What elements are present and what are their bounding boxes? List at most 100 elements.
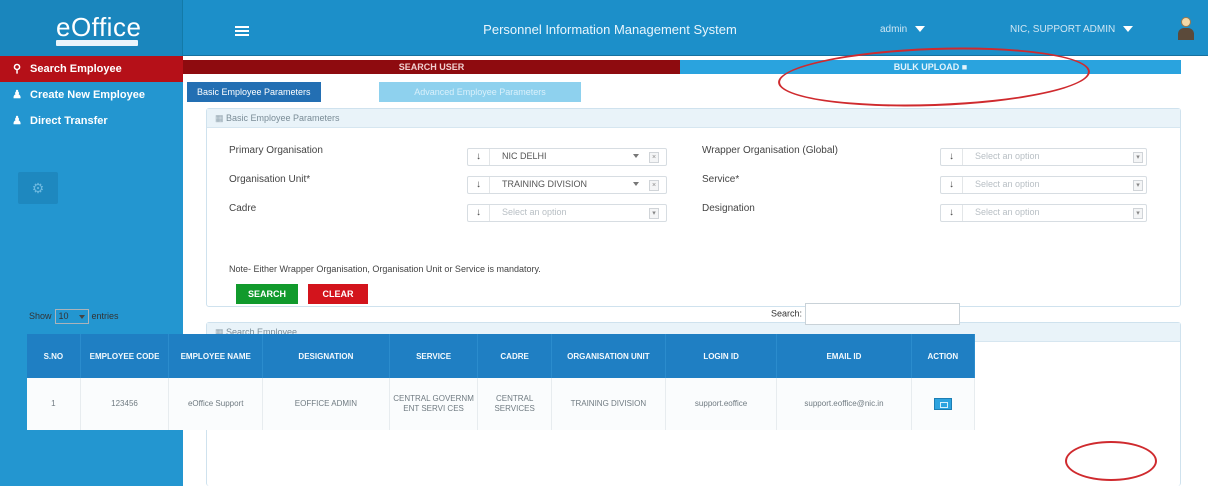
select-placeholder: Select an option <box>975 207 1040 217</box>
employee-table: S.NO EMPLOYEE CODE EMPLOYEE NAME DESIGNA… <box>27 334 976 430</box>
table-icon: ▦ <box>215 113 224 123</box>
chevron-down-icon <box>915 26 926 33</box>
sidebar-item-label: Direct Transfer <box>30 115 108 127</box>
sort-icon: ↓ <box>941 205 963 221</box>
logo-text: eOffice <box>56 12 142 42</box>
column-header[interactable]: EMPLOYEE CODE <box>80 334 170 378</box>
select-value: TRAINING DIVISION <box>502 179 588 189</box>
wrapper-organisation-label: Wrapper Organisation (Global) <box>702 145 838 156</box>
sidebar-item-direct-transfer[interactable]: ♟ Direct Transfer <box>0 108 183 134</box>
cell-code: 123456 <box>80 378 170 430</box>
cell-login: support.eoffice <box>665 378 778 430</box>
sort-icon: ↓ <box>468 149 490 165</box>
sidebar-item-label: Search Employee <box>30 63 122 75</box>
select-placeholder: Select an option <box>975 151 1040 161</box>
chevron-down-icon <box>633 154 639 158</box>
clear-icon[interactable]: × <box>649 152 659 163</box>
cell-org-unit: TRAINING DIVISION <box>551 378 666 430</box>
column-header[interactable]: ORGANISATION UNIT <box>551 334 666 378</box>
clear-button[interactable]: CLEAR <box>308 284 368 304</box>
tab-advanced-parameters[interactable]: Advanced Employee Parameters <box>379 82 581 102</box>
page-length-select[interactable]: 10 <box>54 309 89 324</box>
wrapper-organisation-select[interactable]: ↓ Select an option ▾ <box>940 148 1147 166</box>
gear-icon[interactable]: ⚙ <box>18 172 58 204</box>
show-label: Show <box>29 310 52 321</box>
select-value: NIC DELHI <box>502 151 547 161</box>
cell-action <box>911 378 976 430</box>
primary-organisation-select[interactable]: ↓ NIC DELHI × <box>467 148 667 166</box>
user-select-value: admin <box>880 24 908 35</box>
user-icon: ♟ <box>12 115 22 127</box>
panel-title: Basic Employee Parameters <box>226 113 340 123</box>
column-header[interactable]: EMPLOYEE NAME <box>168 334 264 378</box>
tab-bulk-upload[interactable]: BULK UPLOAD ■ <box>680 60 1181 74</box>
panel-header: ▦ Basic Employee Parameters <box>207 109 1180 128</box>
logo[interactable]: eOffice <box>0 0 183 56</box>
table-row: 1 123456 eOffice Support EOFFICE ADMIN C… <box>27 378 976 430</box>
page-length-control: Show 10 entries <box>29 309 119 324</box>
sort-icon: ↓ <box>941 177 963 193</box>
chevron-down-icon: ▾ <box>1133 208 1143 219</box>
top-bar: eOffice Personnel Information Management… <box>0 0 1208 56</box>
service-label: Service* <box>702 174 740 185</box>
cell-service: CENTRAL GOVERNM ENT SERVI CES <box>389 378 479 430</box>
table-search-input[interactable] <box>805 303 961 325</box>
column-header[interactable]: SERVICE <box>389 334 479 378</box>
avatar[interactable] <box>1176 17 1196 41</box>
cell-designation: EOFFICE ADMIN <box>262 378 390 430</box>
tab-search-user[interactable]: SEARCH USER <box>183 60 680 74</box>
organisation-unit-label: Organisation Unit* <box>229 174 311 185</box>
designation-label: Designation <box>702 203 755 214</box>
sort-icon: ↓ <box>468 205 490 221</box>
search-label: Search: <box>771 308 803 319</box>
sidebar-item-search-employee[interactable]: ⚲ Search Employee <box>0 56 183 82</box>
column-header[interactable]: EMAIL ID <box>776 334 912 378</box>
chevron-down-icon <box>1123 26 1134 33</box>
table-search: Search: <box>771 303 961 325</box>
chevron-down-icon: ▾ <box>1133 180 1143 191</box>
select-placeholder: Select an option <box>975 179 1040 189</box>
user-select[interactable]: admin <box>880 24 926 35</box>
chevron-down-icon: ▾ <box>1133 152 1143 163</box>
org-select[interactable]: NIC, SUPPORT ADMIN <box>1010 24 1134 35</box>
logo-subtitle <box>56 40 138 46</box>
select-placeholder: Select an option <box>502 207 567 217</box>
tab-bulk-upload-label: BULK UPLOAD <box>893 62 960 72</box>
table-header-row: S.NO EMPLOYEE CODE EMPLOYEE NAME DESIGNA… <box>27 334 976 378</box>
cell-sno: 1 <box>27 378 81 430</box>
chevron-down-icon: ▾ <box>649 208 659 219</box>
column-header: ACTION <box>911 334 976 378</box>
mandatory-note: Note- Either Wrapper Organisation, Organ… <box>229 264 541 274</box>
sidebar-item-create-employee[interactable]: ♟ Create New Employee <box>0 82 183 108</box>
edit-icon[interactable] <box>933 398 952 410</box>
tab-basic-parameters[interactable]: Basic Employee Parameters <box>187 82 321 102</box>
designation-select[interactable]: ↓ Select an option ▾ <box>940 204 1147 222</box>
organisation-unit-select[interactable]: ↓ TRAINING DIVISION × <box>467 176 667 194</box>
upload-icon: ■ <box>961 62 968 72</box>
clear-icon[interactable]: × <box>649 180 659 191</box>
search-button[interactable]: SEARCH <box>236 284 298 304</box>
tab-bar: SEARCH USER BULK UPLOAD ■ <box>183 60 1181 74</box>
page-length-value: 10 <box>58 311 69 321</box>
chevron-down-icon <box>633 182 639 186</box>
chevron-down-icon <box>78 315 85 319</box>
primary-organisation-label: Primary Organisation <box>229 145 323 156</box>
hamburger-menu-icon[interactable] <box>235 26 249 36</box>
column-header[interactable]: S.NO <box>27 334 81 378</box>
sort-icon: ↓ <box>941 149 963 165</box>
sidebar-item-label: Create New Employee <box>30 89 145 101</box>
column-header[interactable]: LOGIN ID <box>665 334 778 378</box>
cell-name: eOffice Support <box>168 378 264 430</box>
column-header[interactable]: CADRE <box>477 334 552 378</box>
search-icon: ⚲ <box>12 63 22 75</box>
service-select[interactable]: ↓ Select an option ▾ <box>940 176 1147 194</box>
cell-cadre: CENTRAL SERVICES <box>477 378 552 430</box>
cell-email: support.eoffice@nic.in <box>776 378 912 430</box>
app-title: Personnel Information Management System <box>483 22 737 37</box>
sort-icon: ↓ <box>468 177 490 193</box>
column-header[interactable]: DESIGNATION <box>262 334 390 378</box>
user-icon: ♟ <box>12 89 22 101</box>
entries-label: entries <box>91 310 119 321</box>
cadre-label: Cadre <box>229 203 257 214</box>
cadre-select[interactable]: ↓ Select an option ▾ <box>467 204 667 222</box>
